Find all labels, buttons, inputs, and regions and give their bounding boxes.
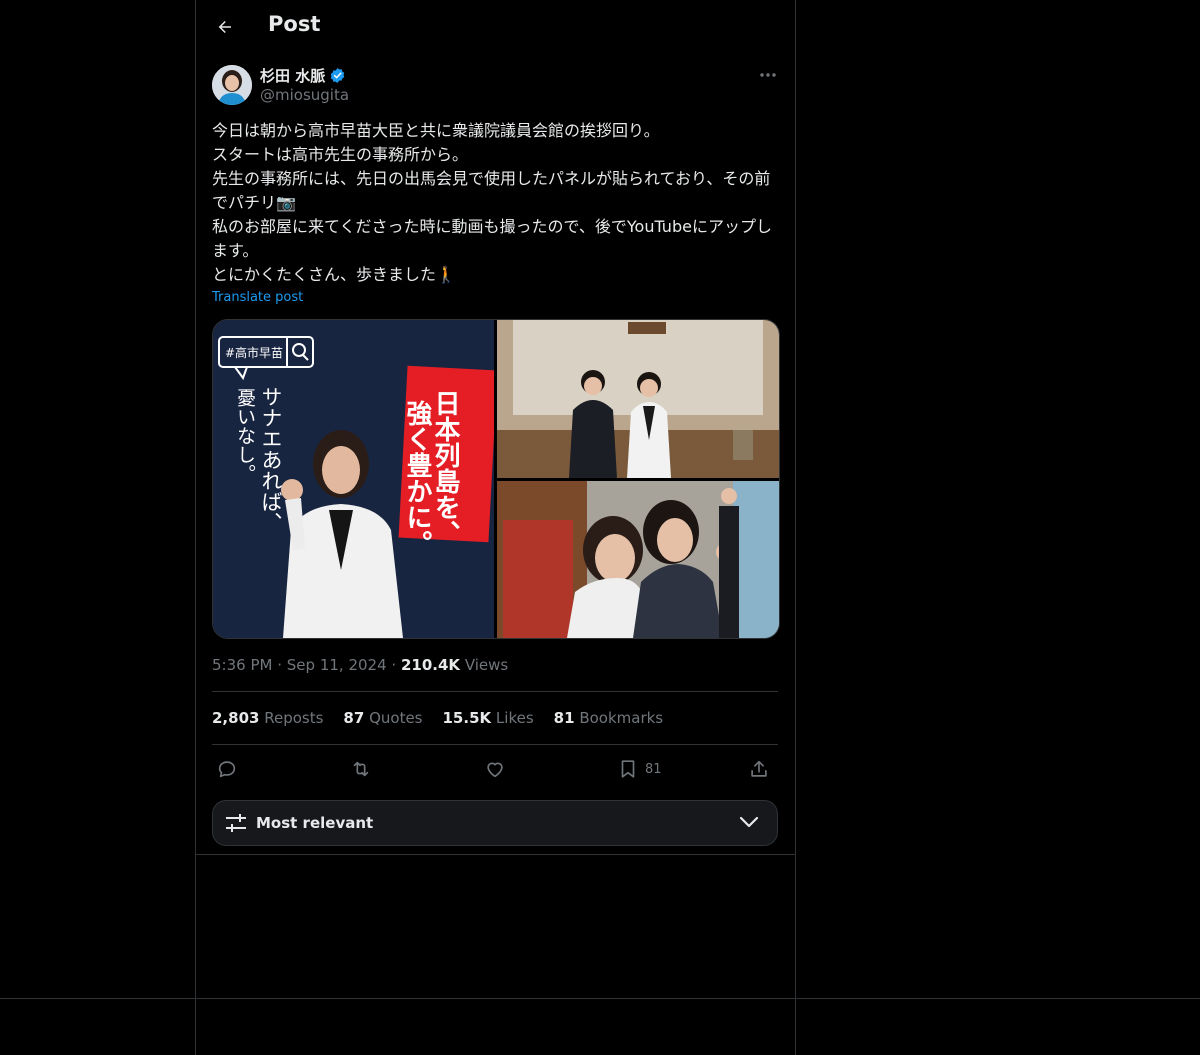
media-grid: #高市早苗 サナエあれば、 憂いなし。 日本列島を、 強く豊かに。 [212,319,780,639]
bookmark-count: 81 [645,761,662,777]
author-name-row[interactable]: 杉田 水脈 [260,65,346,86]
reply-sort-dropdown[interactable]: Most relevant [212,800,778,846]
action-bar: 81 [212,752,778,786]
divider [212,691,778,692]
post-date[interactable]: Sep 11, 2024 [287,656,387,674]
stat-count: 15.5K [442,709,492,727]
tweet-line: スタートは高市先生の事務所から。 [212,145,469,164]
tweet-line: 今日は朝から高市早苗大臣と共に衆議院議員会館の挨拶回り。 [212,121,660,140]
stat-label: Bookmarks [579,709,664,727]
tweet-text: 今日は朝から高市早苗大臣と共に衆議院議員会館の挨拶回り。 スタートは高市先生の事… [212,119,782,287]
share-icon [751,760,767,777]
post-header: Post [196,0,795,54]
stat-count: 2,803 [212,709,260,727]
photo-campaign-panel[interactable]: #高市早苗 サナエあれば、 憂いなし。 日本列島を、 強く豊かに。 [213,320,498,638]
stat-count: 81 [553,709,575,727]
panel-hashtag: #高市早苗 [225,345,283,360]
author-name[interactable]: 杉田 水脈 [260,65,325,86]
views-label: Views [464,656,509,674]
share-button[interactable] [748,756,770,782]
stat-quotes[interactable]: 87 Quotes [343,709,422,727]
stat-likes[interactable]: 15.5K Likes [443,709,534,727]
meta-separator: · [277,656,287,674]
main-column: Post 杉田 水脈 @miosugita 今日は朝から高市早苗大臣と共に衆議院… [195,0,796,1055]
post-time[interactable]: 5:36 PM [212,656,272,674]
panel-slogan-1: サナエあれば、 [259,386,283,533]
reply-icon [218,761,236,778]
photo-office[interactable] [497,320,779,478]
author-handle[interactable]: @miosugita [260,86,349,104]
more-horizontal-icon [760,73,776,77]
stat-count: 87 [343,709,365,727]
panel-slogan-2: 憂いなし。 [234,388,256,483]
heart-icon [487,762,503,778]
engagement-stats: 2,803 Reposts 87 Quotes 15.5K Likes 81 B… [212,709,663,727]
banner-line-2: 強く豊かに。 [402,400,432,556]
chevron-down-icon [739,816,759,828]
views-count: 210.4K [400,656,461,674]
post-meta: 5:36 PM · Sep 11, 2024 · 210.4K Views [212,656,508,674]
stat-reposts[interactable]: 2,803 Reposts [212,709,323,727]
verified-badge-icon [331,68,345,83]
photo-hallway[interactable] [497,481,779,638]
banner-line-1: 日本列島を、 [430,390,460,546]
back-button[interactable] [212,14,238,40]
avatar[interactable] [212,65,252,105]
stat-bookmarks[interactable]: 81 Bookmarks [554,709,663,727]
tweet-line: 私のお部屋に来てくださった時に動画も撮ったので、後でYouTubeにアップします… [212,217,772,260]
stat-label: Quotes [369,709,423,727]
stat-label: Likes [495,709,534,727]
sort-label: Most relevant [256,814,374,832]
page-title: Post [268,12,321,36]
avatar-image [212,65,252,105]
like-button[interactable] [484,756,506,782]
translate-post-link[interactable]: Translate post [212,290,303,305]
divider [212,744,778,745]
bookmark-button[interactable]: 81 [617,756,662,782]
arrow-left-icon [218,21,231,33]
tweet-line: 先生の事務所には、先日の出馬会見で使用したパネルが貼られており、その前でパチリ📷 [212,169,771,212]
divider [196,854,795,855]
bookmark-icon [621,760,635,778]
sliders-icon [226,814,246,832]
meta-separator: · [391,656,401,674]
stat-label: Reposts [264,709,324,727]
more-options-button[interactable] [753,62,783,88]
repost-icon [353,761,369,777]
reply-button[interactable] [216,756,238,782]
tweet-line: とにかくたくさん、歩きました🚶 [212,265,456,284]
repost-button[interactable] [350,756,372,782]
